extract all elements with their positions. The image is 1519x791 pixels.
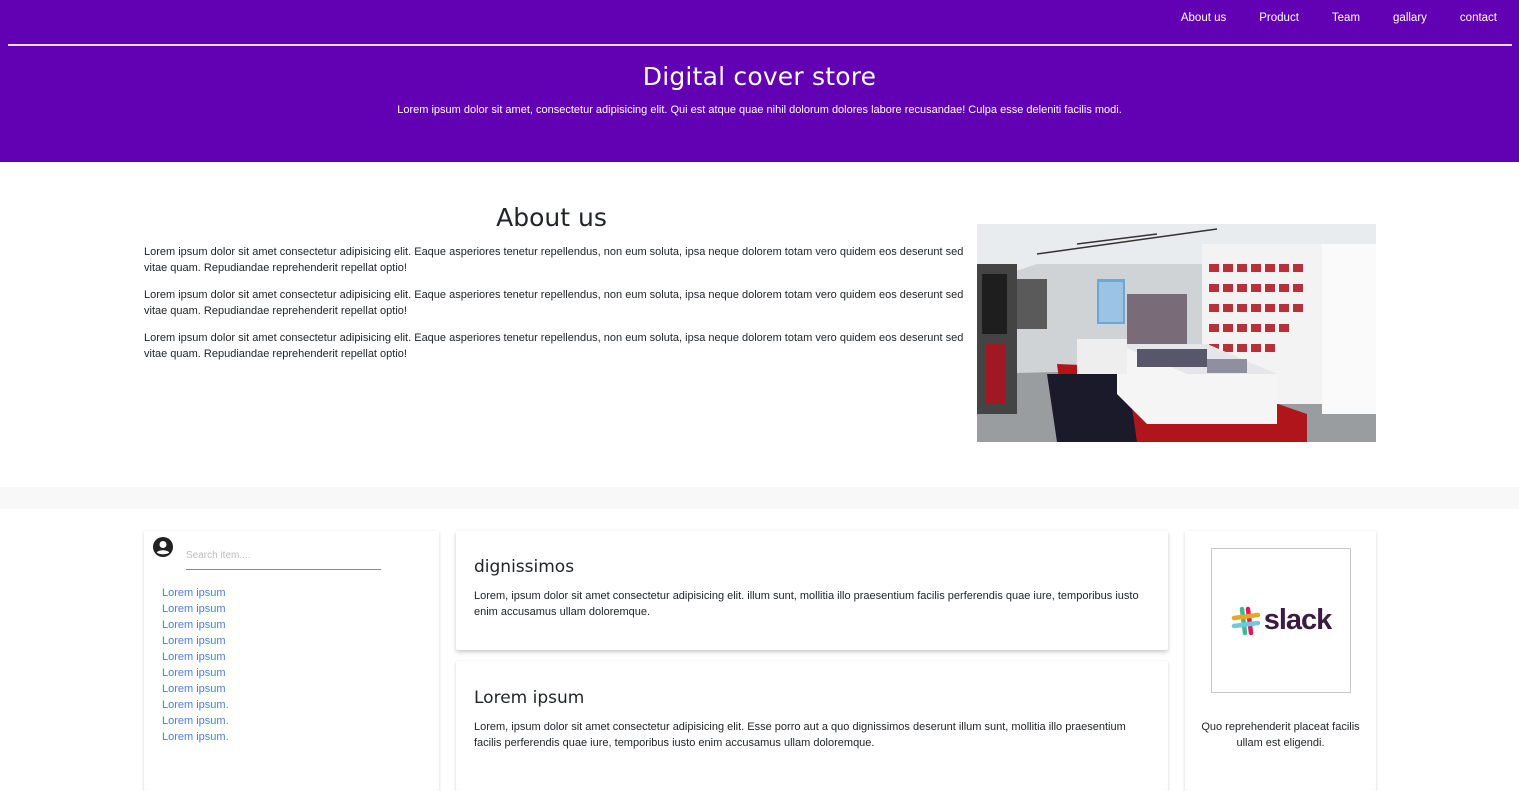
search-field: [186, 543, 381, 570]
post-title: Lorem ipsum: [474, 688, 585, 708]
post-body: Lorem, ipsum dolor sit amet consectetur …: [474, 721, 1126, 749]
post-body: Lorem, ipsum dolor sit amet consectetur …: [474, 590, 1139, 618]
slack-logo-icon: [1231, 606, 1260, 635]
sidebar-link[interactable]: Lorem ipsum: [162, 665, 229, 681]
top-nav: About us Product Team gallary contact: [1181, 0, 1519, 36]
about-title: About us: [496, 203, 607, 232]
nav-about-us[interactable]: About us: [1181, 12, 1226, 24]
logo-wordmark: slack: [1263, 604, 1333, 636]
sidebar-link[interactable]: Lorem ipsum: [162, 585, 229, 601]
sidebar-card: Lorem ipsum Lorem ipsum Lorem ipsum Lore…: [144, 531, 439, 791]
nav-team[interactable]: Team: [1332, 12, 1360, 24]
store-interior-image: [977, 224, 1376, 442]
post-title: dignissimos: [474, 557, 575, 577]
nav-gallary[interactable]: gallary: [1393, 12, 1427, 24]
sidebar-link[interactable]: Lorem ipsum: [162, 681, 229, 697]
about-paragraph: Lorem ipsum dolor sit amet consectetur a…: [144, 289, 964, 317]
logo-frame: slack: [1211, 548, 1351, 693]
logo-card: slack Quo reprehenderit placeat facilis …: [1185, 531, 1376, 791]
sidebar-link[interactable]: Lorem ipsum: [162, 649, 229, 665]
sidebar-link[interactable]: Lorem ipsum.: [162, 697, 229, 713]
header-divider: [8, 44, 1512, 46]
sidebar-link[interactable]: Lorem ipsum.: [162, 729, 229, 745]
search-input[interactable]: [186, 543, 381, 567]
about-paragraph: Lorem ipsum dolor sit amet consectetur a…: [144, 246, 964, 274]
hero-subtitle: Lorem ipsum dolor sit amet, consectetur …: [397, 104, 1122, 116]
sidebar-link[interactable]: Lorem ipsum: [162, 617, 229, 633]
nav-product[interactable]: Product: [1259, 12, 1299, 24]
post-card: dignissimos Lorem, ipsum dolor sit amet …: [456, 531, 1168, 650]
user-circle-icon: [153, 537, 173, 557]
sidebar-links: Lorem ipsum Lorem ipsum Lorem ipsum Lore…: [162, 585, 229, 745]
nav-contact[interactable]: contact: [1460, 12, 1497, 24]
about-text: Lorem ipsum dolor sit amet consectetur a…: [144, 244, 964, 373]
hero-title: Digital cover store: [642, 62, 877, 91]
sidebar-link[interactable]: Lorem ipsum: [162, 601, 229, 617]
site-header: About us Product Team gallary contact Di…: [0, 0, 1519, 162]
about-paragraph: Lorem ipsum dolor sit amet consectetur a…: [144, 332, 964, 360]
slack-logo: slack: [1231, 604, 1332, 637]
logo-caption: Quo reprehenderit placeat facilis ullam …: [1201, 721, 1360, 749]
sidebar-link[interactable]: Lorem ipsum.: [162, 713, 229, 729]
sidebar-link[interactable]: Lorem ipsum: [162, 633, 229, 649]
section-divider: [0, 487, 1519, 509]
